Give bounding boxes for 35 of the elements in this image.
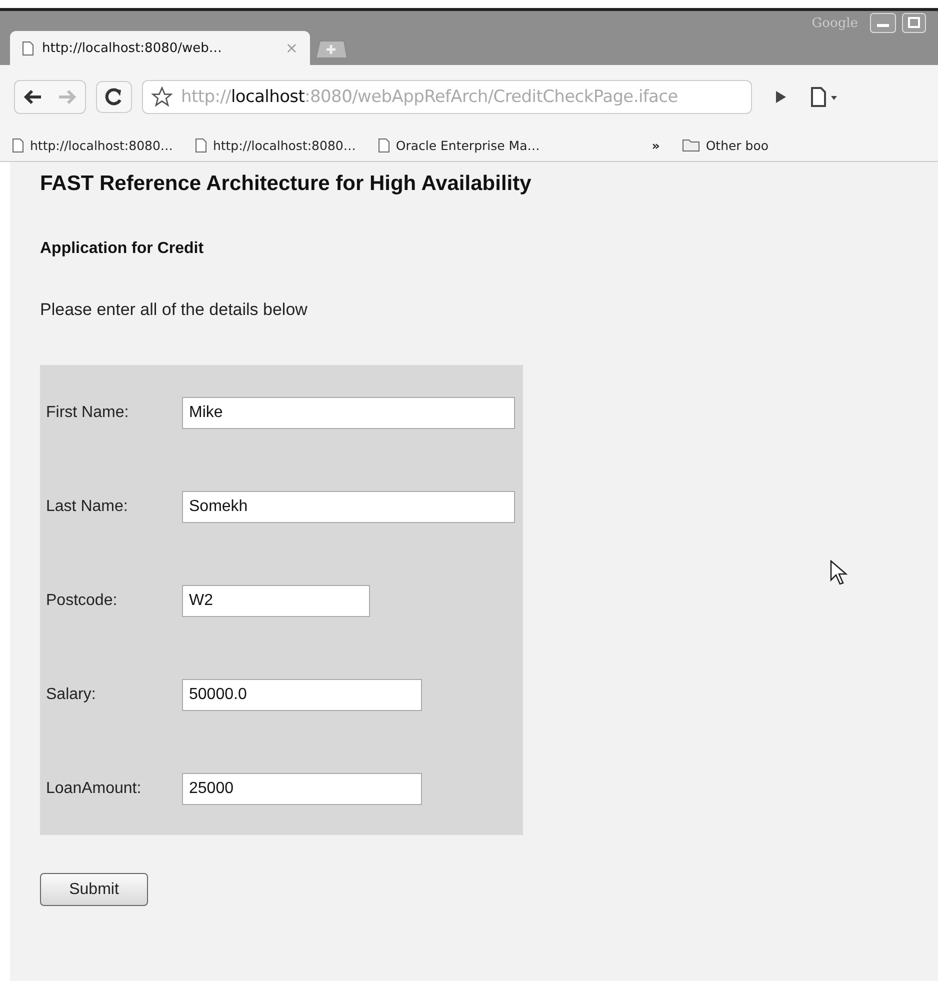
bookmark-label: Other boo — [706, 138, 769, 152]
field-label: Postcode: — [46, 592, 118, 610]
input-field[interactable]: Somekh — [182, 491, 515, 523]
folder-icon — [682, 138, 700, 152]
bookmark-folder[interactable]: Other boo — [682, 138, 769, 152]
minimize-button[interactable] — [870, 13, 896, 33]
bookmarks-overflow-button[interactable]: » — [652, 138, 660, 152]
page-icon — [12, 138, 24, 152]
tab-title: http://localhost:8080/web… — [42, 40, 223, 56]
reload-button[interactable] — [96, 81, 132, 113]
star-icon[interactable] — [151, 86, 173, 108]
instructions-text: Please enter all of the details below — [40, 300, 308, 320]
cursor-icon — [830, 560, 848, 586]
field-label: Salary: — [46, 686, 97, 704]
page-title: FAST Reference Architecture for High Availability — [40, 172, 532, 196]
maximize-button[interactable] — [902, 13, 926, 33]
address-field[interactable]: http://localhost:8080/webAppRefArch/CreditCheckPage.iface — [142, 80, 752, 114]
input-field[interactable]: 25000 — [182, 773, 422, 805]
input-field[interactable]: W2 — [182, 585, 370, 617]
input-field[interactable]: 50000.0 — [182, 679, 422, 711]
browser-tab[interactable]: http://localhost:8080/web… × — [10, 31, 310, 65]
input-field[interactable]: Mike — [182, 397, 515, 429]
url-text: http://localhost:8080/webAppRefArch/CreditCheckPage.iface — [181, 87, 678, 107]
field-label: First Name: — [46, 404, 130, 422]
page-icon — [194, 138, 207, 152]
field-label: LoanAmount: — [46, 780, 142, 798]
page-menu-icon[interactable] — [810, 86, 840, 108]
play-icon[interactable] — [774, 89, 788, 105]
field-label: Last Name: — [46, 498, 129, 516]
new-tab-button[interactable] — [314, 39, 348, 59]
page-icon — [22, 40, 34, 56]
page-icon — [378, 138, 390, 152]
page-subtitle: Application for Credit — [40, 240, 205, 258]
brand-label: Google — [812, 16, 858, 30]
submit-button[interactable]: Submit — [40, 873, 148, 906]
